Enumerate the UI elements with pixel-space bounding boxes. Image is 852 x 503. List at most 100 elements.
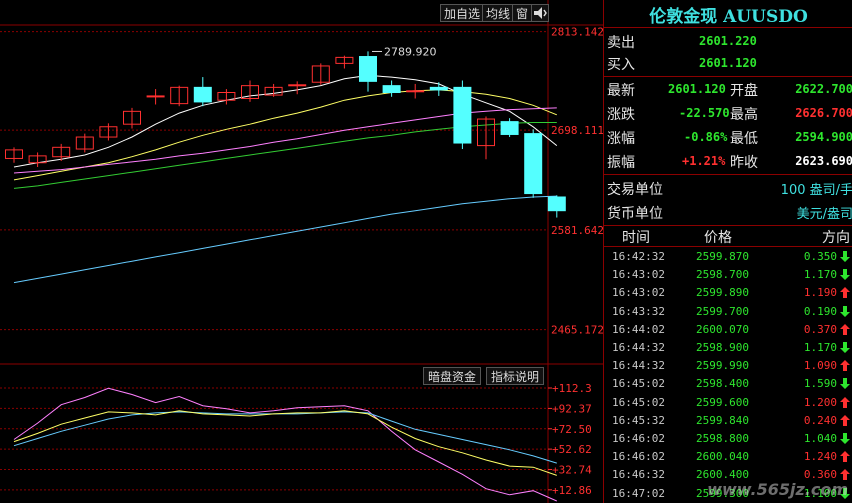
tick-time: 16:44:02 — [612, 322, 665, 336]
divider — [604, 27, 852, 28]
currency-label: 货币单位 — [607, 206, 663, 222]
tick-delta: 1.170 — [803, 341, 837, 354]
y-tick-label: 2465.172 — [551, 324, 603, 337]
tick-row: 16:42:32 2599.870 0.350 — [604, 248, 852, 266]
amplitude-value: +1.21% — [682, 154, 726, 168]
divider — [604, 76, 852, 77]
candle-body — [359, 56, 377, 82]
indicator-y-tick-label: +52.62 — [552, 443, 592, 456]
pct-label: 涨幅 — [607, 131, 635, 147]
indicator-line — [13, 387, 557, 502]
arrow-up-icon — [840, 396, 850, 408]
col-direction-header: 方向 — [822, 230, 850, 246]
high-annotation-label: 2789.920 — [384, 45, 437, 58]
chart-panel[interactable]: 2813.142 2698.111 2581.642 2465.172 2789.920… — [0, 0, 603, 503]
moving-average-line — [13, 107, 557, 174]
pct-value: -0.86% — [684, 130, 728, 144]
arrow-up-icon — [840, 414, 850, 426]
tick-price: 2598.800 — [696, 432, 749, 445]
tick-time: 16:45:32 — [612, 413, 665, 427]
change-row: 涨跌 -22.570 最高 2626.700 — [604, 102, 852, 124]
latest-label: 最新 — [607, 83, 635, 99]
tick-time: 16:43:02 — [612, 268, 665, 282]
tick-row: 16:43:32 2599.700 0.190 — [604, 303, 852, 321]
candle-body — [547, 196, 566, 212]
buy-label: 买入 — [607, 57, 635, 73]
moving-average-button[interactable]: 均线 — [482, 4, 515, 22]
tick-time: 16:42:32 — [612, 250, 665, 263]
high-price: 2626.700 — [795, 106, 852, 120]
col-time-header: 时间 — [622, 230, 650, 246]
tick-time: 16:45:02 — [612, 377, 665, 391]
candle-body — [406, 90, 425, 93]
arrow-down-icon — [840, 342, 850, 353]
moving-average-line — [13, 89, 557, 181]
change-label: 涨跌 — [607, 107, 635, 123]
amplitude-row: 振幅 +1.21% 昨收 2623.690 — [604, 150, 852, 172]
dark-pool-funds-button[interactable]: 暗盘资金 — [423, 367, 482, 385]
candle-body — [500, 121, 519, 135]
indicator-help-button[interactable]: 指标说明 — [486, 367, 545, 385]
pct-row: 涨幅 -0.86% 最低 2594.900 — [604, 126, 852, 148]
change-value: -22.570 — [679, 106, 730, 120]
tick-time: 16:46:02 — [612, 432, 665, 445]
tick-price: 2599.990 — [696, 359, 749, 373]
arrow-up-icon — [840, 451, 850, 463]
candle-body — [193, 86, 212, 103]
latest-price: 2601.120 — [668, 82, 726, 96]
prev-close-label: 昨收 — [730, 155, 758, 171]
low-label: 最低 — [730, 131, 758, 147]
tick-delta: 1.590 — [803, 377, 837, 391]
candle-body — [524, 133, 543, 195]
open-label: 开盘 — [730, 83, 758, 99]
moving-average-line — [13, 74, 558, 168]
candle-body — [429, 86, 448, 91]
latest-row: 最新 2601.120 开盘 2622.700 — [604, 78, 852, 100]
tick-price: 2600.040 — [696, 450, 749, 464]
divider — [604, 225, 852, 226]
col-price-header: 价格 — [704, 230, 732, 246]
arrow-up-icon — [840, 287, 850, 299]
buy-row: 买入 2601.120 — [604, 52, 852, 74]
trade-unit-row: 交易单位 100 盎司/手 — [604, 177, 852, 199]
candle-body — [288, 84, 307, 87]
sell-label: 卖出 — [607, 35, 635, 51]
tick-price: 2598.700 — [696, 268, 749, 282]
y-tick-label: 2813.142 — [551, 26, 603, 39]
tick-delta: 1.090 — [803, 359, 837, 373]
add-watchlist-button[interactable]: 加自选 — [440, 4, 485, 22]
tick-row: 16:44:32 2598.900 1.170 — [604, 339, 852, 357]
trade-unit-value: 100 盎司/手 — [780, 183, 852, 198]
tick-price: 2599.700 — [696, 304, 749, 318]
tick-row: 16:43:02 2599.890 1.190 — [604, 284, 852, 302]
indicator-line — [13, 410, 557, 476]
tick-row: 16:43:02 2598.700 1.170 — [604, 266, 852, 284]
tick-price: 2598.400 — [696, 377, 749, 391]
arrow-up-icon — [840, 360, 850, 372]
tick-row: 16:44:32 2599.990 1.090 — [604, 357, 852, 375]
arrow-down-icon — [840, 305, 850, 317]
tick-row: 16:46:02 2600.040 1.240 — [604, 448, 852, 466]
indicator-y-tick-label: +112.3 — [552, 382, 592, 395]
tick-row: 16:46:02 2598.800 1.040 — [604, 430, 852, 448]
chart-canvas[interactable]: 2813.142 2698.111 2581.642 2465.172 2789.920… — [0, 0, 603, 503]
speaker-icon[interactable] — [531, 4, 549, 22]
tick-delta: 1.040 — [803, 432, 837, 445]
tick-time: 16:45:02 — [612, 395, 665, 409]
tick-row: 16:45:02 2599.600 1.200 — [604, 394, 852, 412]
moving-average-line — [13, 195, 557, 284]
indicator-y-tick-label: +12.86 — [552, 484, 592, 497]
tick-delta: 1.170 — [803, 268, 837, 282]
open-price: 2622.700 — [795, 82, 852, 96]
tick-time: 16:44:32 — [612, 359, 665, 373]
arrow-down-icon — [840, 378, 850, 390]
tick-delta: 1.200 — [803, 395, 837, 409]
tick-price: 2599.840 — [696, 413, 749, 427]
quote-panel: 伦敦金现 AUUSDO 卖出 2601.220 买入 2601.120 最新 2… — [603, 0, 852, 503]
window-button[interactable]: 窗 — [512, 4, 533, 22]
tick-price: 2599.600 — [696, 395, 749, 409]
tick-time: 16:43:02 — [612, 286, 665, 300]
tick-delta: 0.370 — [803, 322, 837, 336]
prev-close-price: 2623.690 — [795, 154, 852, 168]
amplitude-label: 振幅 — [607, 155, 635, 171]
